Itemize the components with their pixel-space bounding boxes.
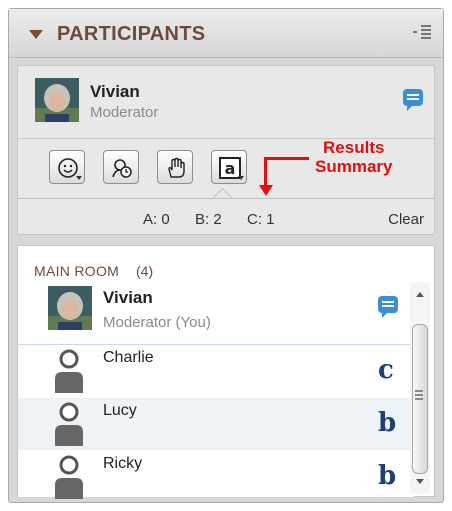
- result-count-b: B: 2: [195, 211, 222, 228]
- participant-answer: c: [378, 355, 394, 385]
- scroll-down-icon[interactable]: [416, 479, 424, 484]
- room-title: MAIN ROOM: [34, 263, 120, 279]
- scrollbar-thumb[interactable]: [412, 324, 428, 474]
- annotation-arrow-icon: [259, 185, 273, 196]
- away-clock-icon: [112, 159, 132, 178]
- person-icon: [55, 455, 83, 499]
- list-item[interactable]: Ricky b: [18, 451, 414, 499]
- scroll-up-icon[interactable]: [416, 292, 424, 297]
- participant-answer: b: [378, 461, 397, 491]
- raise-hand-button[interactable]: [157, 150, 193, 184]
- emoticon-button[interactable]: [49, 150, 85, 184]
- person-icon: [55, 349, 83, 393]
- avatar: [35, 78, 79, 122]
- my-name: Vivian: [90, 82, 140, 101]
- chat-icon[interactable]: [378, 296, 398, 318]
- person-icon: [55, 402, 83, 446]
- my-role: Moderator: [90, 104, 159, 121]
- away-button[interactable]: [103, 150, 139, 184]
- scrollbar[interactable]: [410, 282, 430, 494]
- collapse-triangle-icon[interactable]: [29, 30, 43, 39]
- participant-name: Lucy: [103, 402, 137, 419]
- annotation-line: [264, 157, 309, 160]
- panel-title: PARTICIPANTS: [57, 23, 206, 45]
- chevron-down-icon: [76, 176, 82, 180]
- annotation-line1: Results: [323, 138, 385, 157]
- result-count-c: C: 1: [247, 211, 275, 228]
- participant-name: Vivian: [103, 288, 153, 307]
- panel-header[interactable]: PARTICIPANTS: [9, 9, 443, 58]
- avatar: [48, 286, 92, 330]
- chat-icon[interactable]: [403, 89, 423, 111]
- participant-name: Ricky: [103, 455, 143, 472]
- grip-icon: [415, 390, 423, 392]
- panel-menu-icon[interactable]: [407, 23, 431, 43]
- annotation-label: Results Summary: [315, 138, 392, 176]
- participant-role: Moderator (You): [103, 314, 211, 331]
- participant-answer: b: [378, 408, 397, 438]
- main-room-list: MAIN ROOM (4) Vivian Moderator (You) Cha…: [17, 245, 435, 499]
- chevron-down-icon: [238, 176, 244, 180]
- annotation-line2: Summary: [315, 157, 393, 176]
- raise-hand-icon: [168, 157, 185, 178]
- list-item[interactable]: Charlie c: [18, 345, 414, 397]
- participants-panel: PARTICIPANTS Vivian Moderator a A: 0 B: …: [8, 8, 444, 503]
- participant-name: Charlie: [103, 349, 154, 366]
- annotation-line: [264, 157, 267, 187]
- result-count-a: A: 0: [143, 211, 170, 228]
- list-item[interactable]: Vivian Moderator (You): [18, 284, 414, 345]
- clear-button[interactable]: Clear: [388, 211, 424, 228]
- answer-button[interactable]: a: [211, 150, 247, 184]
- list-item[interactable]: Lucy b: [18, 398, 414, 450]
- divider: [18, 198, 434, 199]
- answer-glyph: a: [225, 159, 236, 178]
- room-count: (4): [136, 263, 154, 279]
